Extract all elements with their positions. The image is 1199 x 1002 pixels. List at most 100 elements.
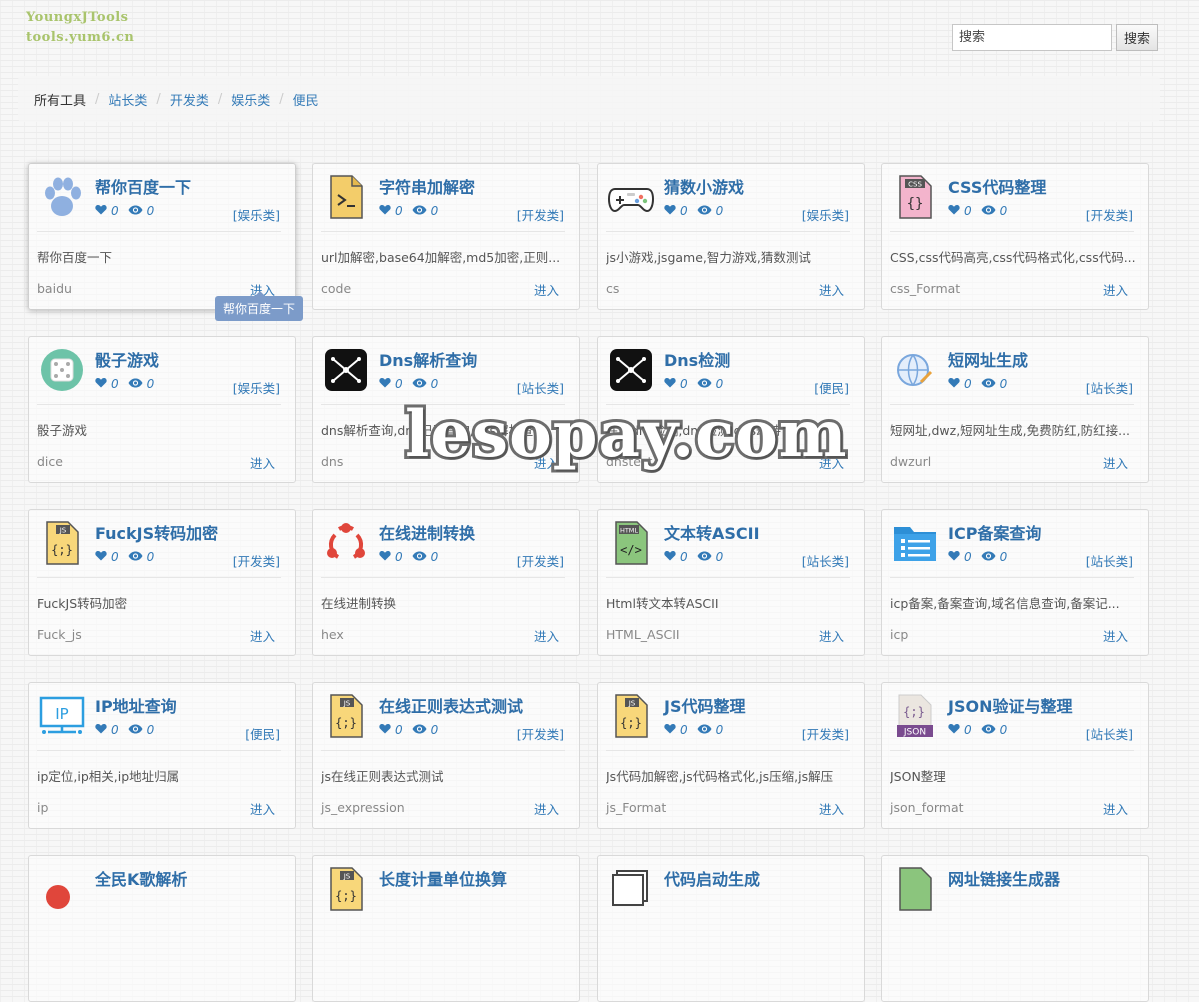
stack-icon[interactable] [607, 865, 655, 913]
tool-title[interactable]: ICP备案查询 [948, 520, 1041, 544]
globe-link-icon[interactable] [891, 346, 939, 394]
tool-category[interactable]: [娱乐类] [802, 205, 849, 224]
tool-title[interactable]: IP地址查询 [95, 693, 177, 717]
enter-link[interactable]: 进入 [1103, 626, 1128, 645]
heart-icon[interactable] [948, 377, 960, 391]
tool-title[interactable]: 网址链接生成器 [948, 866, 1060, 890]
crumb-all-tools[interactable]: 所有工具 [34, 90, 86, 109]
tool-card[interactable]: JS {;} 长度计量单位换算 [312, 855, 580, 1002]
heart-icon[interactable] [95, 723, 107, 737]
tool-category[interactable]: [便民] [245, 724, 280, 743]
paw-icon[interactable] [38, 173, 86, 221]
tool-title[interactable]: 全民K歌解析 [95, 866, 187, 890]
search-button[interactable]: 搜索 [1116, 24, 1158, 51]
tool-card[interactable]: 网址链接生成器 [881, 855, 1149, 1002]
enter-link[interactable]: 进入 [250, 453, 275, 472]
css-file-icon[interactable]: CSS {} [891, 173, 939, 221]
tool-title[interactable]: 帮你百度一下 [95, 174, 191, 198]
enter-link[interactable]: 进入 [534, 280, 559, 299]
heart-icon[interactable] [664, 204, 676, 218]
enter-link[interactable]: 进入 [819, 626, 844, 645]
tool-card[interactable]: 猜数小游戏 0 0 [娱乐类] js小游戏,jsgame,智力游戏,猜数测试 cs 进入 [597, 163, 865, 310]
tool-category[interactable]: [开发类] [802, 724, 849, 743]
js-file-icon[interactable]: JS {;} [607, 692, 655, 740]
crumb-development[interactable]: 开发类 [170, 90, 209, 109]
tool-title[interactable]: 代码启动生成 [664, 866, 760, 890]
tool-title[interactable]: Dns检测 [664, 347, 730, 371]
dns-icon[interactable] [607, 346, 655, 394]
search-input[interactable] [952, 24, 1112, 51]
dice-icon[interactable] [38, 346, 86, 394]
tool-title[interactable]: 字符串加解密 [379, 174, 475, 198]
tool-category[interactable]: [站长类] [1086, 724, 1133, 743]
tool-card[interactable]: JS {;} FuckJS转码加密 0 0 [开发类] FuckJS转码加密 Fuck_js 进… [28, 509, 296, 656]
enter-link[interactable]: 进入 [250, 799, 275, 818]
heart-icon[interactable] [379, 550, 391, 564]
heart-icon[interactable] [664, 377, 676, 391]
dns-icon[interactable] [322, 346, 370, 394]
folder-list-icon[interactable] [891, 519, 939, 567]
heart-icon[interactable] [948, 723, 960, 737]
enter-link[interactable]: 进入 [1103, 453, 1128, 472]
enter-link[interactable]: 进入 [1103, 799, 1128, 818]
tool-category[interactable]: [娱乐类] [233, 205, 280, 224]
tool-card[interactable]: IP IP地址查询 0 0 [便民] ip定位,ip相关,ip地址归属 ip 进入 [28, 682, 296, 829]
tool-category[interactable]: [开发类] [517, 551, 564, 570]
heart-icon[interactable] [379, 723, 391, 737]
tool-title[interactable]: 长度计量单位换算 [379, 866, 507, 890]
enter-link[interactable]: 进入 [819, 799, 844, 818]
gamepad-icon[interactable] [607, 173, 655, 221]
heart-icon[interactable] [379, 204, 391, 218]
site-logo[interactable]: YoungxJTools tools.yum6.cn [26, 8, 134, 48]
tool-category[interactable]: [开发类] [1086, 205, 1133, 224]
tool-title[interactable]: CSS代码整理 [948, 174, 1046, 198]
tool-title[interactable]: Dns解析查询 [379, 347, 477, 371]
js-file-icon[interactable]: JS {;} [322, 865, 370, 913]
json-file-icon[interactable]: {;} JSON [891, 692, 939, 740]
tool-title[interactable]: JSON验证与整理 [948, 693, 1072, 717]
heart-icon[interactable] [379, 377, 391, 391]
tool-card[interactable]: HTML </> 文本转ASCII 0 0 [站长类] Html转文本转ASCII HTML_… [597, 509, 865, 656]
tool-category[interactable]: [站长类] [517, 378, 564, 397]
js-file-icon[interactable]: JS {;} [38, 519, 86, 567]
heart-icon[interactable] [95, 550, 107, 564]
heart-icon[interactable] [948, 550, 960, 564]
enter-link[interactable]: 进入 [534, 799, 559, 818]
heart-icon[interactable] [948, 204, 960, 218]
tool-card[interactable]: 全民K歌解析 [28, 855, 296, 1002]
crumb-webmaster[interactable]: 站长类 [108, 90, 147, 109]
tool-category[interactable]: [便民] [814, 378, 849, 397]
tool-card[interactable]: JS {;} 在线正则表达式测试 0 0 [开发类] js在线正则表达式测试 js_expre… [312, 682, 580, 829]
tool-card[interactable]: ICP备案查询 0 0 [站长类] icp备案,备案查询,域名信息查询,备案记... ic… [881, 509, 1149, 656]
tool-category[interactable]: [站长类] [1086, 551, 1133, 570]
tool-card[interactable]: 骰子游戏 0 0 [娱乐类] 骰子游戏 dice 进入 [28, 336, 296, 483]
heart-icon[interactable] [664, 550, 676, 564]
link-icon[interactable] [891, 865, 939, 913]
js-file-icon[interactable]: JS {;} [322, 692, 370, 740]
tool-card[interactable]: 在线进制转换 0 0 [开发类] 在线进制转换 hex 进入 [312, 509, 580, 656]
tool-title[interactable]: 骰子游戏 [95, 347, 159, 371]
tool-card[interactable]: {;} JSON JSON验证与整理 0 0 [站长类] JSON整理 json_format… [881, 682, 1149, 829]
ip-monitor-icon[interactable]: IP [38, 692, 86, 740]
tool-category[interactable]: [开发类] [517, 724, 564, 743]
tool-title[interactable]: 在线正则表达式测试 [379, 693, 523, 717]
tool-title[interactable]: 文本转ASCII [664, 520, 760, 544]
heart-icon[interactable] [95, 377, 107, 391]
tool-category[interactable]: [娱乐类] [233, 378, 280, 397]
tool-card[interactable]: CSS{} CSS代码整理 0 0 [开发类] CSS,css代码高亮,css代码格式化,… [881, 163, 1149, 310]
tool-card[interactable]: 代码启动生成 [597, 855, 865, 1002]
tool-card[interactable]: 字符串加解密 0 0 [开发类] url加解密,base64加解密,md5加密,正则..… [312, 163, 580, 310]
tool-card[interactable]: JS {;} JS代码整理 0 0 [开发类] Js代码加解密,js代码格式化,js压缩,j… [597, 682, 865, 829]
enter-link[interactable]: 进入 [1103, 280, 1128, 299]
tool-category[interactable]: [站长类] [802, 551, 849, 570]
tool-title[interactable]: JS代码整理 [664, 693, 745, 717]
music-icon[interactable] [38, 865, 86, 913]
tool-card[interactable]: 帮你百度一下00[娱乐类]帮你百度一下baidu进入 [28, 163, 296, 310]
share-icon[interactable] [322, 519, 370, 567]
tool-category[interactable]: [站长类] [1086, 378, 1133, 397]
tool-category[interactable]: [开发类] [233, 551, 280, 570]
enter-link[interactable]: 进入 [534, 626, 559, 645]
terminal-file-icon[interactable] [322, 173, 370, 221]
tool-category[interactable]: [开发类] [517, 205, 564, 224]
crumb-convenience[interactable]: 便民 [293, 90, 319, 109]
